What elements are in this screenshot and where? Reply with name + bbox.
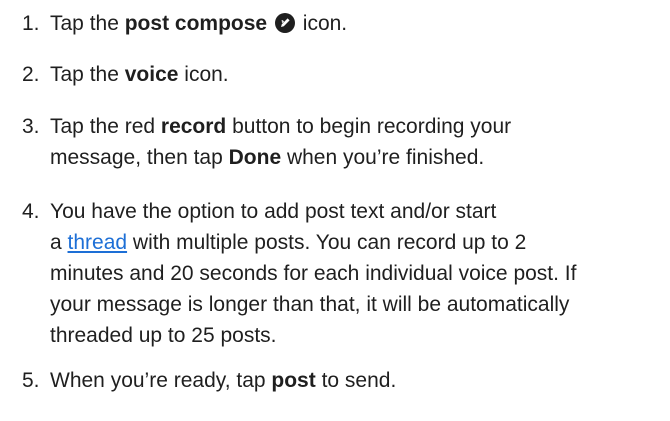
instruction-steps: 1. Tap the post compose icon. 2. Tap the…	[0, 0, 670, 421]
post-compose-icon	[274, 13, 295, 33]
step-text: When you’re ready, tap post to send.	[50, 369, 397, 392]
step-text: Tap the red record button to begin recor…	[50, 115, 512, 169]
step-2: 2. Tap the voice icon.	[22, 59, 650, 90]
step-text: Tap the voice icon.	[50, 63, 229, 86]
step-text: Tap the post compose icon.	[50, 12, 348, 35]
step-number: 1.	[22, 12, 40, 35]
step-1: 1. Tap the post compose icon.	[22, 8, 650, 39]
step-number: 5.	[22, 369, 40, 392]
step-3: 3. Tap the red record button to begin re…	[22, 111, 650, 173]
step-5: 5. When you’re ready, tap post to send.	[22, 365, 650, 396]
step-number: 4.	[22, 200, 40, 223]
step-number: 2.	[22, 63, 40, 86]
step-4: 4. You have the option to add post text …	[22, 196, 650, 351]
thread-link[interactable]: thread	[68, 231, 128, 254]
step-text: You have the option to add post text and…	[50, 200, 577, 347]
step-number: 3.	[22, 115, 40, 138]
